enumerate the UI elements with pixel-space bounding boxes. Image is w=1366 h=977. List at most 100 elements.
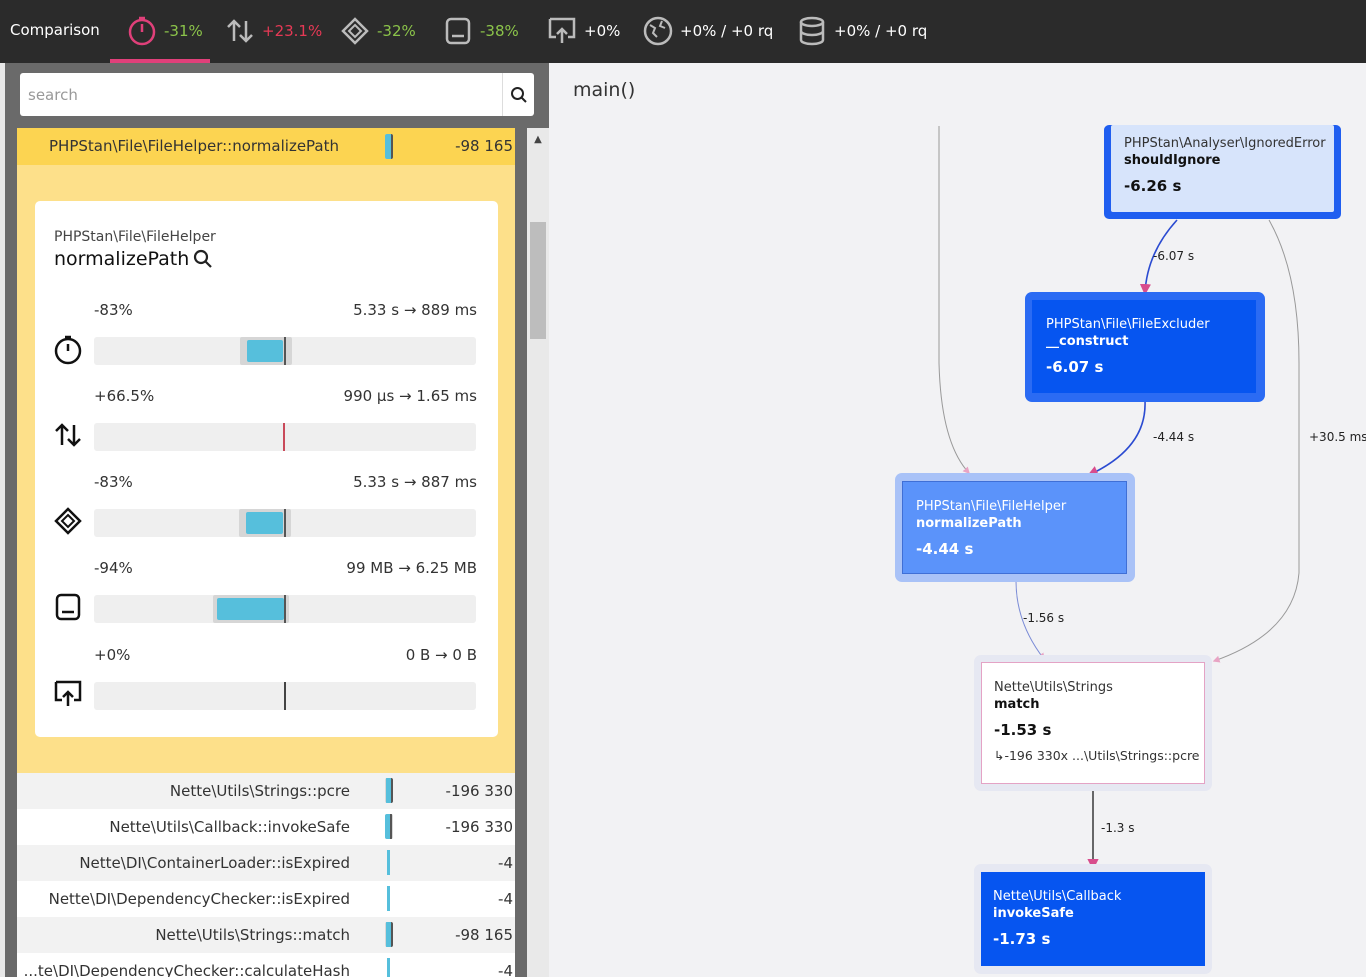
row-value: -4 xyxy=(498,890,513,908)
detail-card: PHPStan\File\FileHelper normalizePath -8… xyxy=(35,201,498,737)
list-item[interactable]: Nette\Utils\Callback::invokeSafe -196 33… xyxy=(17,809,515,845)
network-upload-icon xyxy=(54,680,82,706)
metric-percent: +0% xyxy=(94,646,131,664)
metric-value: -32% xyxy=(377,22,416,40)
list-scrollbar[interactable]: ▲ xyxy=(527,128,549,977)
row-bar xyxy=(385,134,393,159)
metric-cpu[interactable]: -32% xyxy=(339,14,416,48)
detail-area: PHPStan\File\FileHelper normalizePath -8… xyxy=(17,165,515,773)
graph-node-invoke-safe[interactable]: Nette\Utils\Callback invokeSafe -1.73 s xyxy=(974,864,1212,974)
row-name: Nette\Utils\Strings::pcre xyxy=(169,782,350,800)
metric-value: -38% xyxy=(480,22,519,40)
metric-percent: +66.5% xyxy=(94,387,155,405)
arrows-up-down-icon xyxy=(227,19,253,43)
arrows-up-down-icon xyxy=(55,423,81,447)
selected-row[interactable]: PHPStan\File\FileHelper::normalizePath -… xyxy=(17,128,515,165)
metric-value: +23.1% xyxy=(262,22,323,40)
metric-range: 5.33 s → 887 ms xyxy=(353,473,477,491)
edge-ignored-match xyxy=(1212,219,1300,663)
list-item[interactable]: ...te\DI\DependencyChecker::calculateHas… xyxy=(17,953,515,977)
edge-label: -4.44 s xyxy=(1153,430,1195,444)
row-bar xyxy=(385,814,393,839)
metric-range: 5.33 s → 889 ms xyxy=(353,301,477,319)
metric-value: +0% / +0 rq xyxy=(834,22,928,40)
search-input[interactable] xyxy=(20,73,502,116)
edge-excluder-normalize xyxy=(1086,400,1146,477)
node-function: match xyxy=(994,697,1040,712)
edge-label: -1.3 s xyxy=(1101,821,1135,835)
cpu-icon xyxy=(341,17,369,45)
row-bar xyxy=(385,778,393,803)
list-item[interactable]: Nette\Utils\Strings::pcre -196 330 xyxy=(17,773,515,809)
node-time: -4.44 s xyxy=(916,540,974,558)
page-title: Comparison xyxy=(10,21,100,39)
metric-value: -31% xyxy=(164,22,203,40)
node-class: PHPStan\File\FileExcluder xyxy=(1046,317,1210,332)
metric-value: +0% xyxy=(584,22,621,40)
node-time: -6.26 s xyxy=(1124,177,1182,195)
graph-node-file-excluder[interactable]: PHPStan\File\FileExcluder __construct -6… xyxy=(1025,292,1265,402)
detail-function: normalizePath xyxy=(54,248,213,270)
node-class: PHPStan\Analyser\IgnoredError xyxy=(1124,136,1326,151)
stopwatch-icon xyxy=(128,16,156,46)
metric-memory[interactable]: -38% xyxy=(442,14,519,48)
row-name: ...te\DI\DependencyChecker::calculateHas… xyxy=(23,962,350,977)
scroll-thumb[interactable] xyxy=(530,222,546,339)
memory-icon xyxy=(445,17,471,45)
metric-percent: -83% xyxy=(94,301,133,319)
row-bar xyxy=(385,850,393,875)
edge-label: -1.56 s xyxy=(1023,611,1065,625)
graph-node-ignored-error[interactable]: PHPStan\Analyser\IgnoredError shouldIgno… xyxy=(1104,125,1341,219)
search-box xyxy=(20,73,534,116)
metric-bar xyxy=(94,337,476,365)
edge-label: -6.07 s xyxy=(1153,249,1195,263)
node-subcall: ↳-196 330x ...\Utils\Strings::pcre xyxy=(994,748,1200,763)
row-name: PHPStan\File\FileHelper::normalizePath xyxy=(49,137,339,155)
node-class: Nette\Utils\Callback xyxy=(993,889,1122,904)
detail-metric-io: +66.5% 990 µs → 1.65 ms xyxy=(35,387,498,473)
node-body: PHPStan\File\FileHelper normalizePath -4… xyxy=(902,481,1127,574)
detail-metric-memory: -94% 99 MB → 6.25 MB xyxy=(35,559,498,645)
node-body: PHPStan\Analyser\IgnoredError shouldIgno… xyxy=(1111,125,1334,212)
node-body: Nette\Utils\Strings match -1.53 s ↳-196 … xyxy=(981,662,1205,784)
top-bar: Comparison -31% +23.1% -32% -38% +0% +0%… xyxy=(0,0,1366,63)
row-value: -4 xyxy=(498,854,513,872)
metric-io[interactable]: +23.1% xyxy=(224,14,322,48)
row-name: Nette\DI\ContainerLoader::isExpired xyxy=(79,854,350,872)
edge-label: +30.5 ms xyxy=(1309,430,1366,444)
scroll-up-arrow-icon[interactable]: ▲ xyxy=(527,128,549,150)
function-list: PHPStan\File\FileHelper::normalizePath -… xyxy=(17,128,515,977)
search-icon[interactable] xyxy=(193,249,213,269)
graph-node-strings-match[interactable]: Nette\Utils\Strings match -1.53 s ↳-196 … xyxy=(974,655,1212,791)
row-value: -4 xyxy=(498,962,513,977)
list-item[interactable]: Nette\DI\DependencyChecker::isExpired -4 xyxy=(17,881,515,917)
metric-bar xyxy=(94,595,476,623)
row-value: -196 330 xyxy=(445,818,513,836)
graph-node-normalize-path[interactable]: PHPStan\File\FileHelper normalizePath -4… xyxy=(895,473,1135,582)
row-bar xyxy=(385,922,393,947)
node-function: __construct xyxy=(1046,334,1129,349)
metric-wall-time[interactable]: -31% xyxy=(126,14,203,48)
node-body: PHPStan\File\FileExcluder __construct -6… xyxy=(1032,300,1256,393)
detail-function-name: normalizePath xyxy=(54,248,190,270)
row-bar xyxy=(385,958,393,977)
list-item[interactable]: Nette\DI\ContainerLoader::isExpired -4 xyxy=(17,845,515,881)
node-time: -1.53 s xyxy=(994,721,1052,739)
metric-value: +0% / +0 rq xyxy=(680,22,774,40)
metric-network[interactable]: +0% xyxy=(546,14,620,48)
list-item[interactable]: Nette\Utils\Strings::match -98 165 xyxy=(17,917,515,953)
metric-http[interactable]: +0% / +0 rq xyxy=(642,14,773,48)
panel-edge xyxy=(0,63,5,977)
edge-main-normalize xyxy=(938,126,970,475)
call-graph-panel: main() PHPStan\Analyser\IgnoredError sho… xyxy=(549,63,1366,977)
node-function: invokeSafe xyxy=(993,906,1074,921)
node-body: Nette\Utils\Callback invokeSafe -1.73 s xyxy=(981,872,1205,966)
metric-sql[interactable]: +0% / +0 rq xyxy=(796,14,927,48)
metric-range: 0 B → 0 B xyxy=(405,646,477,664)
metric-bar xyxy=(94,509,476,537)
node-function: normalizePath xyxy=(916,516,1022,531)
search-button[interactable] xyxy=(502,73,534,116)
detail-class: PHPStan\File\FileHelper xyxy=(54,229,216,245)
row-value: -98 165 xyxy=(455,137,513,155)
row-bar xyxy=(385,886,393,911)
